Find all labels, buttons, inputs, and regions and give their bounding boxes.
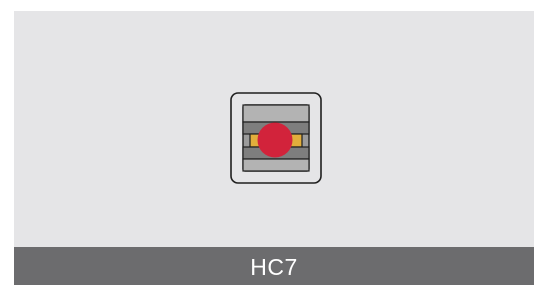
thumbnail-card[interactable]: HC7	[14, 11, 534, 285]
thumbnail-label-bar: HC7	[14, 247, 534, 285]
bearing-warning-icon	[230, 92, 322, 184]
thumbnail-label: HC7	[250, 253, 298, 280]
thumbnail-preview	[14, 11, 534, 247]
